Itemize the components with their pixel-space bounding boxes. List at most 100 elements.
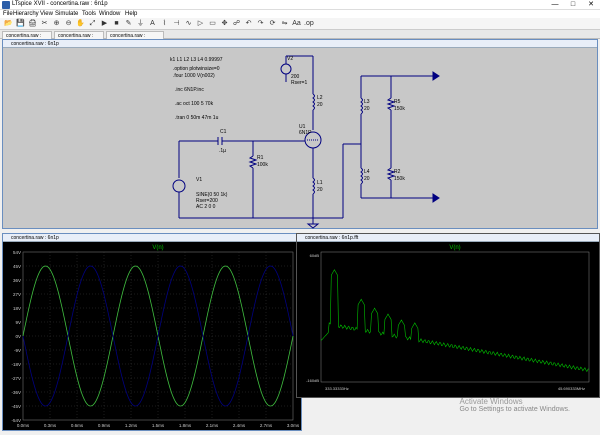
l3-value: 20	[364, 106, 370, 112]
open-icon[interactable]: 📂	[4, 19, 13, 28]
r2-value: 150k	[394, 176, 405, 182]
menu-file[interactable]: File	[3, 10, 13, 18]
fft-x-right-label: 45.690333MHz	[558, 386, 585, 391]
v2-name: V2	[287, 56, 293, 62]
rotate-icon[interactable]: ⟳	[268, 19, 277, 28]
capacitor-icon[interactable]: ⊣	[172, 19, 181, 28]
output-flag-top	[432, 71, 440, 81]
text-icon[interactable]: Aa	[292, 19, 301, 28]
x-tick-label: 2.1ms	[206, 423, 219, 428]
c1-value: .1µ	[219, 148, 226, 154]
ground-icon[interactable]: ⏚	[136, 19, 145, 28]
c1-name: C1	[220, 129, 227, 135]
menu-window[interactable]: Window	[99, 10, 120, 18]
zoom-out-icon[interactable]: ⊖	[64, 19, 73, 28]
y-tick-label: 36V	[13, 278, 21, 283]
diode-icon[interactable]: ▷	[196, 19, 205, 28]
l4-inductor-symbol	[360, 167, 363, 185]
v2-source-symbol	[280, 63, 292, 75]
minimize-button[interactable]: —	[546, 0, 564, 10]
autorange-icon[interactable]: ⤢	[88, 19, 97, 28]
tab-fft[interactable]: concertina.raw : 6n1p.fft	[106, 31, 164, 47]
directive-ac: .ac oct 100 5 70k	[175, 101, 214, 107]
menu-help[interactable]: Help	[125, 10, 137, 18]
zoom-in-icon[interactable]: ⊕	[52, 19, 61, 28]
close-button[interactable]: ✕	[582, 0, 600, 10]
ground-symbol	[306, 223, 320, 229]
time-plot-title: V(n)	[152, 245, 163, 251]
schematic-canvas[interactable]: k1 L1 L2 L3 L4 0.99997 .option plotwinsi…	[3, 48, 597, 229]
tab-schematic[interactable]: concertina.raw : 6n1p	[2, 31, 52, 47]
r5-value: 150k	[394, 106, 405, 112]
run-icon[interactable]: ▶	[100, 19, 109, 28]
y-tick-label: -9V	[14, 348, 21, 353]
waveform-window: concertina.raw : 6n1p V(n) 54V 45V 36V 27V 18…	[2, 233, 302, 431]
l1-inductor-symbol	[312, 177, 315, 195]
x-tick-label: 3.0ms	[287, 423, 300, 428]
redo-icon[interactable]: ↷	[256, 19, 265, 28]
undo-icon[interactable]: ↶	[244, 19, 253, 28]
menu-view[interactable]: View	[40, 10, 53, 18]
fft-plot-title: V(n)	[449, 245, 460, 251]
y-tick-label: 9V	[15, 320, 21, 325]
output-flag-bottom	[432, 193, 440, 203]
resistor-icon[interactable]: ⌇	[160, 19, 169, 28]
x-tick-label: 2.4ms	[233, 423, 246, 428]
wire-icon[interactable]: ✎	[124, 19, 133, 28]
u1-value: 6N1P	[299, 130, 312, 136]
y-tick-label: 54V	[13, 250, 21, 255]
l2-value: 20	[317, 102, 323, 108]
print-icon[interactable]: 🖨	[28, 19, 37, 28]
l3-inductor-symbol	[360, 97, 363, 115]
fft-window-title: concertina.raw : 6n1p.fft	[305, 235, 359, 241]
v2-rser: Rser=1	[291, 80, 307, 86]
r1-value: 100k	[257, 162, 268, 168]
directive-tran: .tran 0 50m 47m 1u	[175, 115, 219, 121]
x-tick-label: 1.2ms	[125, 423, 138, 428]
schematic-window-title: concertina.raw : 6n1p	[11, 41, 59, 47]
tab-waveform[interactable]: concertina.raw : 6n1p	[54, 31, 104, 47]
x-tick-label: 0.9ms	[98, 423, 111, 428]
component-icon[interactable]: ▭	[208, 19, 217, 28]
fft-y-bottom-label: -160dB	[306, 378, 319, 383]
waveform-window-title: concertina.raw : 6n1p	[11, 235, 59, 241]
menu-hierarchy[interactable]: Hierarchy	[13, 10, 39, 18]
y-tick-label: 18V	[13, 306, 21, 311]
l3-name: L3	[364, 99, 370, 105]
spice-directive-icon[interactable]: .op	[304, 19, 314, 28]
y-tick-label: -45V	[11, 404, 21, 409]
tab-bar: concertina.raw : 6n1p concertina.raw : 6…	[0, 30, 600, 47]
directive-four: .four 1000 V(n002)	[173, 73, 215, 79]
y-tick-label: 45V	[13, 264, 21, 269]
mirror-icon[interactable]: ⇋	[280, 19, 289, 28]
fft-window: concertina.raw : 6n1p.fft V(n) 60dB -160dB…	[296, 233, 600, 398]
inductor-icon[interactable]: ∿	[184, 19, 193, 28]
watermark-line-1: Activate Windows	[459, 397, 523, 406]
toolbar: 📂 💾 🖨 ✂ ⊕ ⊖ ✋ ⤢ ▶ ■ ✎ ⏚ A ⌇ ⊣ ∿ ▷ ▭ ✥ ☍ ↶ ↷ ⟳ ⇋ Aa .op	[0, 18, 600, 30]
label-icon[interactable]: A	[148, 19, 157, 28]
menu-tools[interactable]: Tools	[82, 10, 96, 18]
maximize-button[interactable]: □	[564, 0, 582, 10]
r2-name: R2	[394, 169, 401, 175]
time-plot[interactable]: V(n) 54V 45V 36V 27V 18V 9V 0V -9V -18V -27V -36V -4…	[3, 242, 301, 430]
x-tick-label: 0.0ms	[17, 423, 30, 428]
move-icon[interactable]: ✥	[220, 19, 229, 28]
fft-plot-area	[320, 251, 590, 383]
cut-icon[interactable]: ✂	[40, 19, 49, 28]
drag-icon[interactable]: ☍	[232, 19, 241, 28]
app-titlebar: LTspice XVII - concertina.raw : 6n1p — □…	[0, 0, 600, 10]
y-tick-label: -18V	[11, 362, 21, 367]
schematic-window: concertina.raw : 6n1p k1 L1 L2 L3 L4 0.9…	[2, 39, 598, 229]
halt-icon[interactable]: ■	[112, 19, 121, 28]
save-icon[interactable]: 💾	[16, 19, 25, 28]
menu-simulate[interactable]: Simulate	[55, 10, 78, 18]
x-tick-label: 1.5ms	[152, 423, 165, 428]
pan-icon[interactable]: ✋	[76, 19, 85, 28]
l2-inductor-symbol	[312, 93, 315, 111]
v1-source-symbol	[172, 179, 186, 193]
fft-plot[interactable]: V(n) 60dB -160dB 333.33333Hz 45.690333MHz	[297, 242, 599, 397]
y-tick-label: 0V	[15, 334, 21, 339]
r5-name: R5	[394, 99, 401, 105]
v1-name: V1	[196, 177, 202, 183]
watermark-line-2: Go to Settings to activate Windows.	[459, 406, 571, 413]
